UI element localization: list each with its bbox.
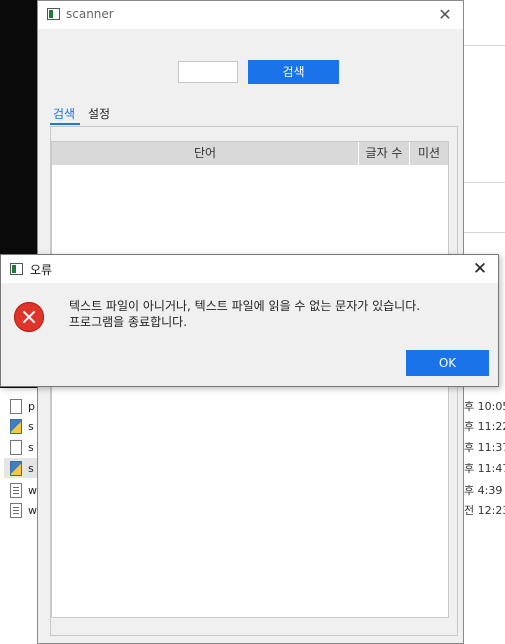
table-header: 단어 글자 수 미션 [52,142,448,165]
file-modified-time: 후 11:47 [464,462,505,475]
file-name: w [28,503,37,517]
search-button[interactable]: 검색 [248,60,339,84]
divider [464,232,505,233]
column-header-word[interactable]: 단어 [52,142,359,165]
python-file-icon [10,460,22,476]
divider [464,182,505,183]
file-modified-time: 전 12:23 [464,504,505,517]
tab-settings[interactable]: 설정 [88,105,110,122]
column-header-length[interactable]: 글자 수 [359,142,410,165]
error-message: 텍스트 파일이 아니거나, 텍스트 파일에 읽을 수 없는 문자가 있습니다. … [69,298,420,330]
close-icon[interactable]: ✕ [433,3,457,27]
file-modified-time: 후 11:22 [464,420,505,433]
file-name: s [28,419,34,433]
error-icon [14,302,44,332]
file-name: s [28,440,34,454]
app-icon [47,8,60,20]
error-message-line: 프로그램을 종료합니다. [69,315,188,329]
tab-search[interactable]: 검색 [53,105,75,122]
title-bar[interactable]: scanner ✕ [38,1,463,29]
python-file-icon [10,418,22,434]
file-row[interactable]: s [10,416,34,436]
file-name: s [28,461,34,475]
file-modified-time: 후 11:37 [464,441,505,454]
file-name: p [28,399,35,413]
file-row[interactable]: p [10,396,35,416]
file-icon [10,398,22,414]
divider [464,45,505,46]
column-header-mission[interactable]: 미션 [410,142,448,165]
close-icon[interactable]: ✕ [468,257,492,281]
app-icon [10,263,23,275]
dialog-body: 텍스트 파일이 아니거나, 텍스트 파일에 읽을 수 없는 문자가 있습니다. … [1,283,498,386]
ok-button[interactable]: OK [406,350,489,376]
active-tab-indicator [50,123,80,125]
file-icon [10,439,22,455]
error-dialog: 오류 ✕ 텍스트 파일이 아니거나, 텍스트 파일에 읽을 수 없는 문자가 있… [0,254,499,387]
file-modified-time: 후 10:05 [464,400,505,413]
dialog-title-bar[interactable]: 오류 ✕ [1,255,498,283]
file-name: w [28,483,37,497]
file-row-selected[interactable]: s [4,458,37,478]
error-message-line: 텍스트 파일이 아니거나, 텍스트 파일에 읽을 수 없는 문자가 있습니다. [69,299,421,313]
dialog-title: 오류 [30,263,53,277]
text-file-icon [10,502,22,518]
file-row[interactable]: w [10,480,37,500]
file-row[interactable]: w [10,500,37,520]
text-file-icon [10,482,22,498]
file-modified-time: 후 4:39 [464,484,503,497]
window-title: scanner [66,7,114,21]
search-input[interactable] [178,61,238,83]
file-row[interactable]: s [10,437,34,457]
